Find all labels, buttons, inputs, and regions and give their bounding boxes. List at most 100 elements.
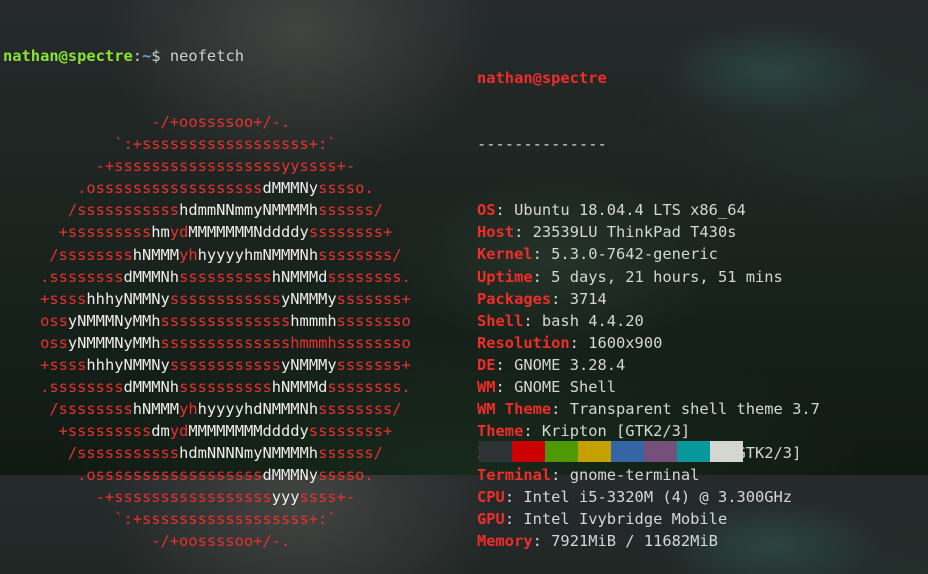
logo-segment: -/+oossssoo+/-.	[3, 113, 291, 132]
info-key-separator: :	[495, 377, 515, 396]
logo-segment: hm	[151, 223, 170, 242]
logo-segment: hNMMM	[132, 245, 180, 264]
logo-segment: /sssssssssss	[3, 443, 180, 462]
info-key-separator: :	[569, 333, 589, 352]
logo-segment: yNMMMNyMMh	[67, 311, 161, 330]
logo-segment: MMMMMMMNddddy	[188, 223, 309, 242]
prompt-symbol: $	[151, 47, 161, 66]
logo-segment: yNMMMy	[281, 355, 337, 374]
logo-segment: yNMMMNyMMh	[67, 333, 161, 352]
info-key: DE	[477, 355, 496, 374]
logo-segment: sssssss+	[336, 289, 411, 308]
info-row: Shell: bash 4.4.20	[477, 310, 820, 332]
logo-segment: dMMMNh	[123, 377, 180, 396]
palette-swatch	[710, 441, 743, 462]
logo-segment: hNMMM	[132, 399, 180, 418]
logo-segment: hhhyNMMNy	[86, 355, 170, 374]
logo-segment: ssssssss/	[318, 245, 402, 264]
info-key: Memory	[477, 532, 533, 551]
palette-swatch	[644, 441, 677, 462]
logo-segment: +sssssssss	[3, 421, 152, 440]
info-key-separator: :	[504, 487, 524, 506]
palette-swatch	[611, 441, 644, 462]
info-row: OS: Ubuntu 18.04.4 LTS x86_64	[477, 199, 820, 221]
logo-segment: hyyyyhdNMMMNh	[197, 399, 319, 418]
logo-segment: dm	[151, 421, 170, 440]
info-key: Theme	[477, 421, 524, 440]
logo-segment: sssso.	[318, 179, 374, 198]
info-value: GNOME Shell	[514, 377, 617, 396]
logo-segment: ssssss/	[318, 443, 383, 462]
info-key: Uptime	[477, 267, 533, 286]
info-row: WM Theme: Transparent shell theme 3.7	[477, 398, 820, 420]
logo-segment: ssssssss+	[308, 223, 393, 242]
logo-segment: ssssssssssssss	[160, 311, 291, 330]
info-key: WM	[477, 377, 496, 396]
info-key-separator: :	[495, 201, 515, 220]
info-row: Theme: Kripton [GTK2/3]	[477, 420, 820, 442]
logo-segment: hhhyNMMNy	[86, 289, 170, 308]
logo-segment: ssssssso	[336, 333, 411, 352]
palette-swatch	[512, 441, 545, 462]
logo-segment: hmmmh	[290, 311, 337, 330]
logo-segment: hdmmNNmmyNMMMMh	[179, 201, 319, 220]
logo-segment: /ssssssss	[3, 399, 133, 418]
logo-segment: yh	[179, 399, 198, 418]
logo-segment: /ssssssss	[3, 245, 133, 264]
info-value: 1600x900	[588, 333, 663, 352]
logo-segment: MMMMMMMMddddy	[188, 421, 309, 440]
info-value: Ubuntu 18.04.4 LTS x86_64	[514, 201, 746, 220]
info-value: 5.3.0-7642-generic	[551, 245, 718, 264]
logo-segment: .ssssssss	[3, 377, 124, 396]
info-value: Transparent shell theme 3.7	[569, 399, 820, 418]
logo-segment: ssssssss+	[308, 421, 393, 440]
info-key-separator: :	[495, 355, 515, 374]
logo-segment: ssssssssss	[179, 377, 272, 396]
info-key-separator: :	[532, 267, 552, 286]
info-value: bash 4.4.20	[541, 311, 644, 330]
prompt-path: ~	[142, 47, 152, 66]
logo-segment: ssssssssss	[179, 267, 272, 286]
palette-swatch	[677, 441, 710, 462]
info-value: 23539LU ThinkPad T430s	[532, 223, 737, 242]
info-key-separator: :	[504, 510, 524, 529]
info-value: Intel Ivybridge Mobile	[523, 510, 728, 529]
info-key: Resolution	[477, 333, 570, 352]
color-palette	[479, 441, 743, 462]
logo-segment: -+ssssssssssssssssssyyssss+-	[3, 157, 356, 176]
info-key: WM Theme	[477, 399, 552, 418]
info-title: nathan@spectre	[477, 69, 607, 88]
prompt-user-host: nathan@spectre	[3, 47, 133, 66]
info-key: GPU	[477, 510, 505, 529]
info-row: GPU: Intel Ivybridge Mobile	[477, 508, 820, 530]
info-value: 7921MiB / 11682MiB	[551, 532, 718, 551]
info-value: 3714	[569, 289, 607, 308]
info-key-separator: :	[532, 532, 552, 551]
logo-segment: dMMMNy	[262, 179, 319, 198]
info-key: CPU	[477, 487, 505, 506]
logo-segment: ssssssss.	[327, 377, 411, 396]
info-row: WM: GNOME Shell	[477, 376, 820, 398]
logo-segment: oss	[3, 311, 68, 330]
logo-segment: yd	[169, 421, 189, 440]
info-row: Kernel: 5.3.0-7642-generic	[477, 243, 820, 265]
info-row: Packages: 3714	[477, 288, 820, 310]
logo-segment: .ossssssssssssssssss	[3, 179, 263, 198]
info-underline: --------------	[477, 135, 607, 154]
logo-segment: /sssssssssss	[3, 201, 180, 220]
info-row: Memory: 7921MiB / 11682MiB	[477, 530, 820, 552]
logo-segment: .ssssssss	[3, 267, 124, 286]
logo-segment: ssssssss/	[318, 399, 402, 418]
logo-segment: -+sssssssssssssssss	[3, 488, 272, 507]
info-key: OS	[477, 201, 496, 220]
logo-segment: sssssssssssssshmmmh	[160, 333, 337, 352]
logo-segment: ssssssssssss	[169, 355, 282, 374]
prompt-separator: :	[132, 47, 143, 66]
logo-segment: ssssssss.	[327, 267, 411, 286]
logo-segment: sssssss+	[336, 355, 411, 374]
palette-swatch	[479, 441, 512, 462]
logo-segment: `:+ssssssssssssssssss+:`	[3, 510, 337, 529]
logo-segment: +ssss	[3, 355, 87, 374]
logo-segment: ssssssso	[336, 311, 411, 330]
logo-segment: +ssss	[3, 289, 87, 308]
